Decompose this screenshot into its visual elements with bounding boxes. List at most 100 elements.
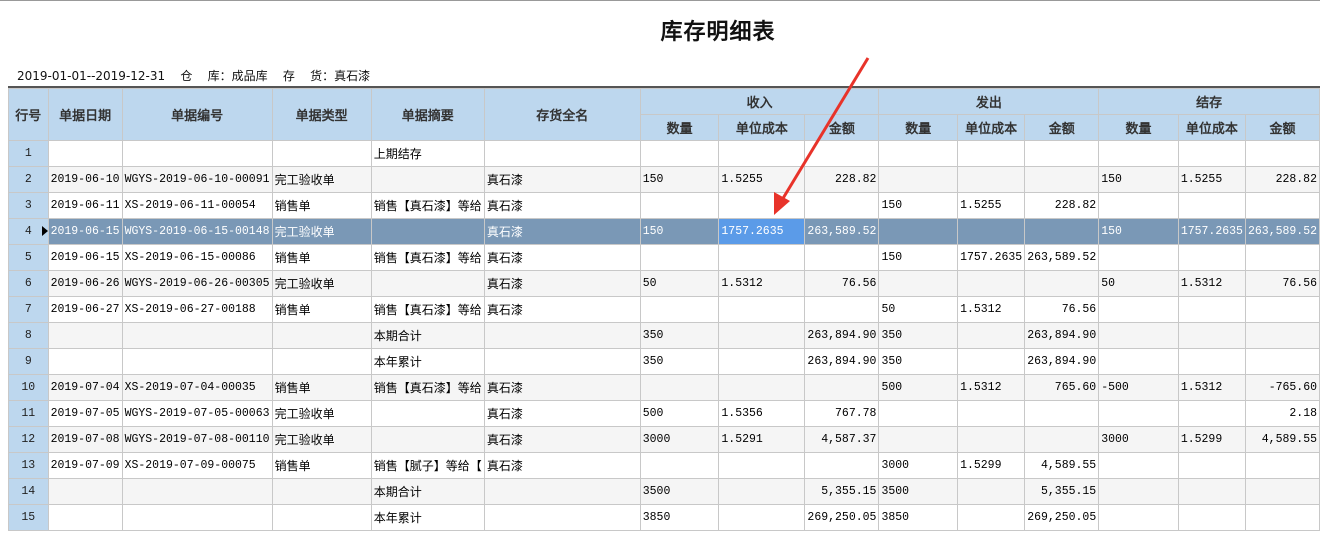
header-balance-amount[interactable]: 金额 [1244,114,1320,141]
cell-balance-qty[interactable] [1098,478,1179,505]
cell-income-amount[interactable] [804,140,880,167]
cell-item[interactable] [483,504,641,531]
cell-income-qty[interactable]: 50 [639,270,720,297]
cell-balance-qty[interactable]: 50 [1098,270,1179,297]
cell-balance-unit-cost[interactable] [1177,140,1246,167]
table-row[interactable]: 12 2019-07-08 WGYS-2019-07-08-00110 完工验收单 真石… [8,426,1320,453]
cell-income-amount[interactable] [804,296,880,323]
cell-date[interactable]: 2019-06-26 [47,270,123,297]
cell-summary[interactable]: 销售【腻子】等给【 [370,452,485,479]
cell-income-unit-cost[interactable]: 1.5255 [718,166,806,193]
cell-balance-unit-cost[interactable] [1177,192,1246,219]
cell-income-unit-cost[interactable] [718,374,806,401]
table-row[interactable]: 9 本年累计 350 263,894.90 350 263,894.90 [8,348,1320,375]
cell-summary[interactable] [370,270,485,297]
cell-income-qty[interactable] [639,140,720,167]
cell-doc-no[interactable]: WGYS-2019-07-08-00110 [121,426,273,453]
cell-issue-amount[interactable]: 76.56 [1024,296,1100,323]
cell-item[interactable]: 真石漆 [483,426,641,453]
cell-income-qty[interactable] [639,192,720,219]
cell-date[interactable]: 2019-06-15 [47,244,123,271]
cell-doc-no[interactable]: XS-2019-07-09-00075 [121,452,273,479]
cell-balance-qty[interactable] [1098,504,1179,531]
table-row[interactable]: 15 本年累计 3850 269,250.05 3850 269,250.05 [8,504,1320,531]
cell-income-amount[interactable]: 5,355.15 [804,478,880,505]
cell-balance-qty[interactable]: 150 [1098,218,1179,245]
cell-balance-amount[interactable] [1244,322,1320,349]
cell-summary[interactable] [370,426,485,453]
cell-issue-unit-cost[interactable] [957,348,1026,375]
cell-balance-unit-cost[interactable] [1177,296,1246,323]
cell-balance-unit-cost[interactable] [1177,400,1246,427]
cell-date[interactable]: 2019-07-05 [47,400,123,427]
header-doc-type[interactable]: 单据类型 [271,88,372,141]
cell-income-unit-cost[interactable] [718,478,806,505]
header-issue-qty[interactable]: 数量 [878,114,959,141]
row-number[interactable]: 6 [8,270,49,297]
cell-issue-amount[interactable] [1024,400,1100,427]
cell-item[interactable]: 真石漆 [483,270,641,297]
cell-issue-qty[interactable] [878,140,959,167]
cell-issue-unit-cost[interactable] [957,478,1026,505]
cell-doc-no[interactable]: XS-2019-06-27-00188 [121,296,273,323]
table-row[interactable]: 13 2019-07-09 XS-2019-07-09-00075 销售单 销售【腻子】… [8,452,1320,479]
cell-income-amount[interactable] [804,244,880,271]
cell-income-unit-cost[interactable]: 1.5312 [718,270,806,297]
cell-date[interactable]: 2019-06-11 [47,192,123,219]
cell-balance-unit-cost[interactable]: 1.5312 [1177,374,1246,401]
cell-income-amount[interactable] [804,192,880,219]
cell-balance-amount[interactable] [1244,478,1320,505]
cell-issue-qty[interactable]: 150 [878,192,959,219]
header-summary[interactable]: 单据摘要 [370,88,485,141]
cell-item[interactable]: 真石漆 [483,452,641,479]
cell-income-amount[interactable]: 263,894.90 [804,348,880,375]
cell-doc-type[interactable]: 完工验收单 [271,426,372,453]
cell-doc-no[interactable] [121,348,273,375]
cell-doc-no[interactable]: WGYS-2019-06-26-00305 [121,270,273,297]
cell-issue-amount[interactable] [1024,270,1100,297]
cell-balance-unit-cost[interactable] [1177,244,1246,271]
row-number[interactable]: 14 [8,478,49,505]
cell-issue-amount[interactable]: 269,250.05 [1024,504,1100,531]
cell-balance-qty[interactable] [1098,322,1179,349]
cell-item[interactable]: 真石漆 [483,192,641,219]
cell-date[interactable]: 2019-06-15 [47,218,123,245]
cell-doc-no[interactable]: WGYS-2019-07-05-00063 [121,400,273,427]
cell-summary[interactable]: 销售【真石漆】等给 [370,192,485,219]
cell-issue-amount[interactable]: 4,589.55 [1024,452,1100,479]
cell-balance-amount[interactable] [1244,140,1320,167]
cell-doc-no[interactable] [121,478,273,505]
cell-balance-amount[interactable]: 228.82 [1244,166,1320,193]
cell-doc-type[interactable] [271,504,372,531]
cell-issue-qty[interactable]: 350 [878,322,959,349]
cell-issue-qty[interactable] [878,426,959,453]
cell-doc-no[interactable] [121,140,273,167]
cell-issue-qty[interactable] [878,166,959,193]
cell-income-unit-cost[interactable] [718,348,806,375]
cell-balance-qty[interactable] [1098,296,1179,323]
cell-issue-unit-cost[interactable] [957,426,1026,453]
cell-balance-unit-cost[interactable]: 1.5299 [1177,426,1246,453]
cell-issue-amount[interactable]: 263,894.90 [1024,348,1100,375]
row-number[interactable]: 11 [8,400,49,427]
cell-income-qty[interactable]: 500 [639,400,720,427]
cell-doc-no[interactable]: XS-2019-06-15-00086 [121,244,273,271]
cell-balance-amount[interactable] [1244,244,1320,271]
cell-income-amount[interactable]: 4,587.37 [804,426,880,453]
table-row[interactable]: 10 2019-07-04 XS-2019-07-04-00035 销售单 销售【真石漆… [8,374,1320,401]
cell-income-qty[interactable]: 3500 [639,478,720,505]
cell-summary[interactable]: 销售【真石漆】等给 [370,374,485,401]
cell-income-amount[interactable] [804,374,880,401]
cell-income-qty[interactable] [639,374,720,401]
cell-doc-type[interactable] [271,140,372,167]
cell-date[interactable] [47,322,123,349]
cell-issue-unit-cost[interactable] [957,322,1026,349]
cell-doc-type[interactable]: 完工验收单 [271,166,372,193]
cell-income-unit-cost[interactable] [718,244,806,271]
cell-summary[interactable]: 销售【真石漆】等给 [370,296,485,323]
cell-income-unit-cost[interactable]: 1.5291 [718,426,806,453]
cell-summary[interactable] [370,400,485,427]
cell-issue-qty[interactable] [878,218,959,245]
row-number[interactable]: 2 [8,166,49,193]
cell-balance-amount[interactable] [1244,504,1320,531]
